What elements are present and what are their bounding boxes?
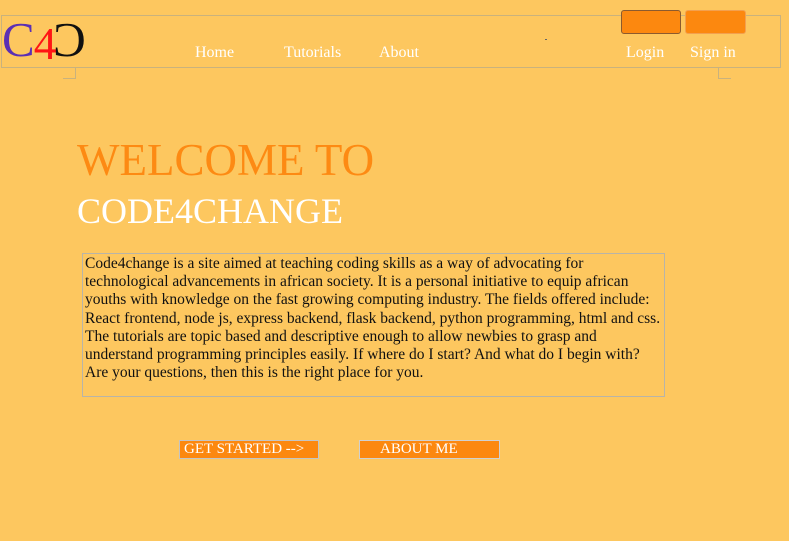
nav-link-home[interactable]: Home xyxy=(195,44,234,62)
nav-link-about[interactable]: About xyxy=(379,44,419,62)
nav-link-login[interactable]: Login xyxy=(626,44,664,62)
intro-description: Code4change is a site aimed at teaching … xyxy=(82,253,665,397)
logo-letter-reversed-c: C xyxy=(53,12,86,67)
navbar-frame-corner-left xyxy=(63,68,76,79)
logo-letter-c: C xyxy=(2,12,35,67)
about-me-button[interactable]: ABOUT ME xyxy=(359,440,500,459)
nav-link-tutorials[interactable]: Tutorials xyxy=(284,44,341,62)
decorative-dot xyxy=(545,39,547,40)
nav-link-sign-in[interactable]: Sign in xyxy=(690,44,736,62)
signin-top-button[interactable] xyxy=(685,10,746,34)
get-started-button[interactable]: GET STARTED --> xyxy=(179,440,319,459)
login-top-button[interactable] xyxy=(621,10,681,34)
navbar-frame-corner-right xyxy=(718,68,731,79)
hero-title: WELCOME TO xyxy=(77,135,375,185)
site-logo[interactable]: C4C xyxy=(2,12,86,69)
hero-subtitle: CODE4CHANGE xyxy=(77,191,343,231)
logo-number: 4 xyxy=(33,18,57,69)
